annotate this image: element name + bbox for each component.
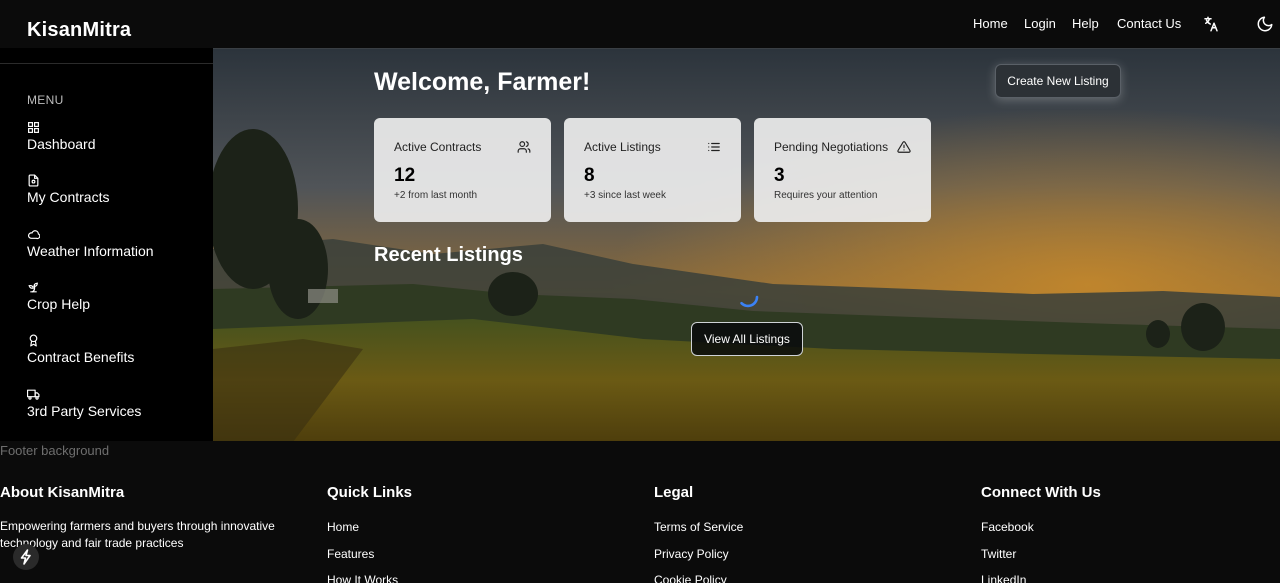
users-icon [517, 141, 531, 153]
nav-link-contact[interactable]: Contact Us [1117, 16, 1181, 31]
card-subtext: Requires your attention [774, 190, 878, 201]
footer-link-terms[interactable]: Terms of Service [654, 520, 743, 534]
footer-link-facebook[interactable]: Facebook [981, 520, 1034, 534]
translate-icon[interactable] [1202, 15, 1220, 33]
footer-link-linkedin[interactable]: LinkedIn [981, 573, 1026, 583]
menu-label: MENU [27, 93, 64, 107]
nav-link-help[interactable]: Help [1072, 16, 1099, 31]
stat-card-active-contracts[interactable]: Active Contracts 12 +2 from last month [374, 118, 551, 222]
sidebar-item-dashboard[interactable]: Dashboard [27, 121, 207, 161]
sidebar-item-label: 3rd Party Services [27, 403, 142, 419]
footer-about-text: Empowering farmers and buyers through in… [0, 519, 275, 550]
footer-heading: About KisanMitra [0, 484, 125, 501]
alert-triangle-icon [897, 141, 911, 153]
nav-link-login[interactable]: Login [1024, 16, 1056, 31]
footer-link-cookie[interactable]: Cookie Policy [654, 573, 727, 583]
footer-about: About KisanMitra [0, 484, 124, 501]
sidebar: MENU Dashboard My Contracts Weather Info… [0, 48, 213, 441]
footer-link-twitter[interactable]: Twitter [981, 547, 1016, 561]
sidebar-item-label: Dashboard [27, 136, 96, 152]
card-value: 8 [584, 165, 595, 186]
card-subtext: +2 from last month [394, 190, 478, 201]
brand-logo[interactable]: KisanMitra [27, 19, 131, 42]
footer-link-home[interactable]: Home [327, 520, 359, 534]
sidebar-divider [0, 63, 213, 64]
footer-heading: Legal [654, 484, 694, 501]
sprout-icon [28, 282, 38, 293]
footer-link-features[interactable]: Features [327, 547, 374, 561]
sidebar-item-my-contracts[interactable]: My Contracts [27, 174, 207, 214]
card-subtext: +3 since last week [584, 190, 666, 201]
recent-listings-heading: Recent Listings [374, 244, 523, 266]
view-all-listings-button[interactable]: View All Listings [691, 322, 803, 356]
loading-spinner-icon [740, 295, 759, 308]
card-title: Active Listings [584, 140, 661, 154]
lightning-icon [20, 549, 31, 565]
card-value: 12 [394, 165, 416, 186]
document-icon [28, 174, 39, 187]
footer-background-label: Footer background [0, 443, 110, 458]
stat-card-active-listings[interactable]: Active Listings 8 +3 since last week [564, 118, 741, 222]
footer-link-how-it-works[interactable]: How It Works [327, 573, 398, 583]
top-navbar: KisanMitra Home Login Help Contact Us [0, 0, 1280, 48]
footer-heading: Connect With Us [981, 484, 1101, 501]
dashboard-hero: Welcome, Farmer! Create New Listing Acti… [213, 48, 1280, 441]
list-icon [708, 142, 720, 152]
truck-icon [27, 389, 40, 400]
welcome-heading: Welcome, Farmer! [374, 68, 591, 96]
award-icon [29, 334, 38, 347]
card-value: 3 [774, 165, 785, 186]
moon-icon[interactable] [1256, 15, 1274, 33]
footer-legal: Legal Terms of Service Privacy Policy Co… [654, 484, 743, 583]
sidebar-item-weather[interactable]: Weather Information [27, 228, 207, 268]
sidebar-item-label: Weather Information [27, 243, 154, 259]
nav-link-home[interactable]: Home [973, 16, 1008, 31]
sidebar-item-3rd-party-services[interactable]: 3rd Party Services [27, 388, 207, 428]
footer-connect: Connect With Us Facebook Twitter LinkedI… [981, 484, 1101, 583]
sidebar-item-label: Crop Help [27, 296, 91, 312]
cloud-icon [27, 230, 40, 240]
sidebar-item-contract-benefits[interactable]: Contract Benefits [27, 334, 207, 374]
footer-quick-links: Quick Links Home Features How It Works [327, 484, 413, 583]
footer-link-privacy[interactable]: Privacy Policy [654, 547, 729, 561]
sidebar-item-label: Contract Benefits [27, 349, 135, 365]
create-new-listing-button[interactable]: Create New Listing [995, 64, 1121, 98]
footer-heading: Quick Links [327, 484, 413, 501]
dev-tools-button[interactable] [13, 544, 39, 570]
grid-icon [28, 122, 39, 133]
sidebar-item-crop-help[interactable]: Crop Help [27, 281, 207, 321]
card-title: Pending Negotiations [774, 140, 889, 154]
sidebar-item-label: My Contracts [27, 189, 110, 205]
card-title: Active Contracts [394, 140, 482, 154]
stat-card-pending-negotiations[interactable]: Pending Negotiations 3 Requires your att… [754, 118, 931, 222]
